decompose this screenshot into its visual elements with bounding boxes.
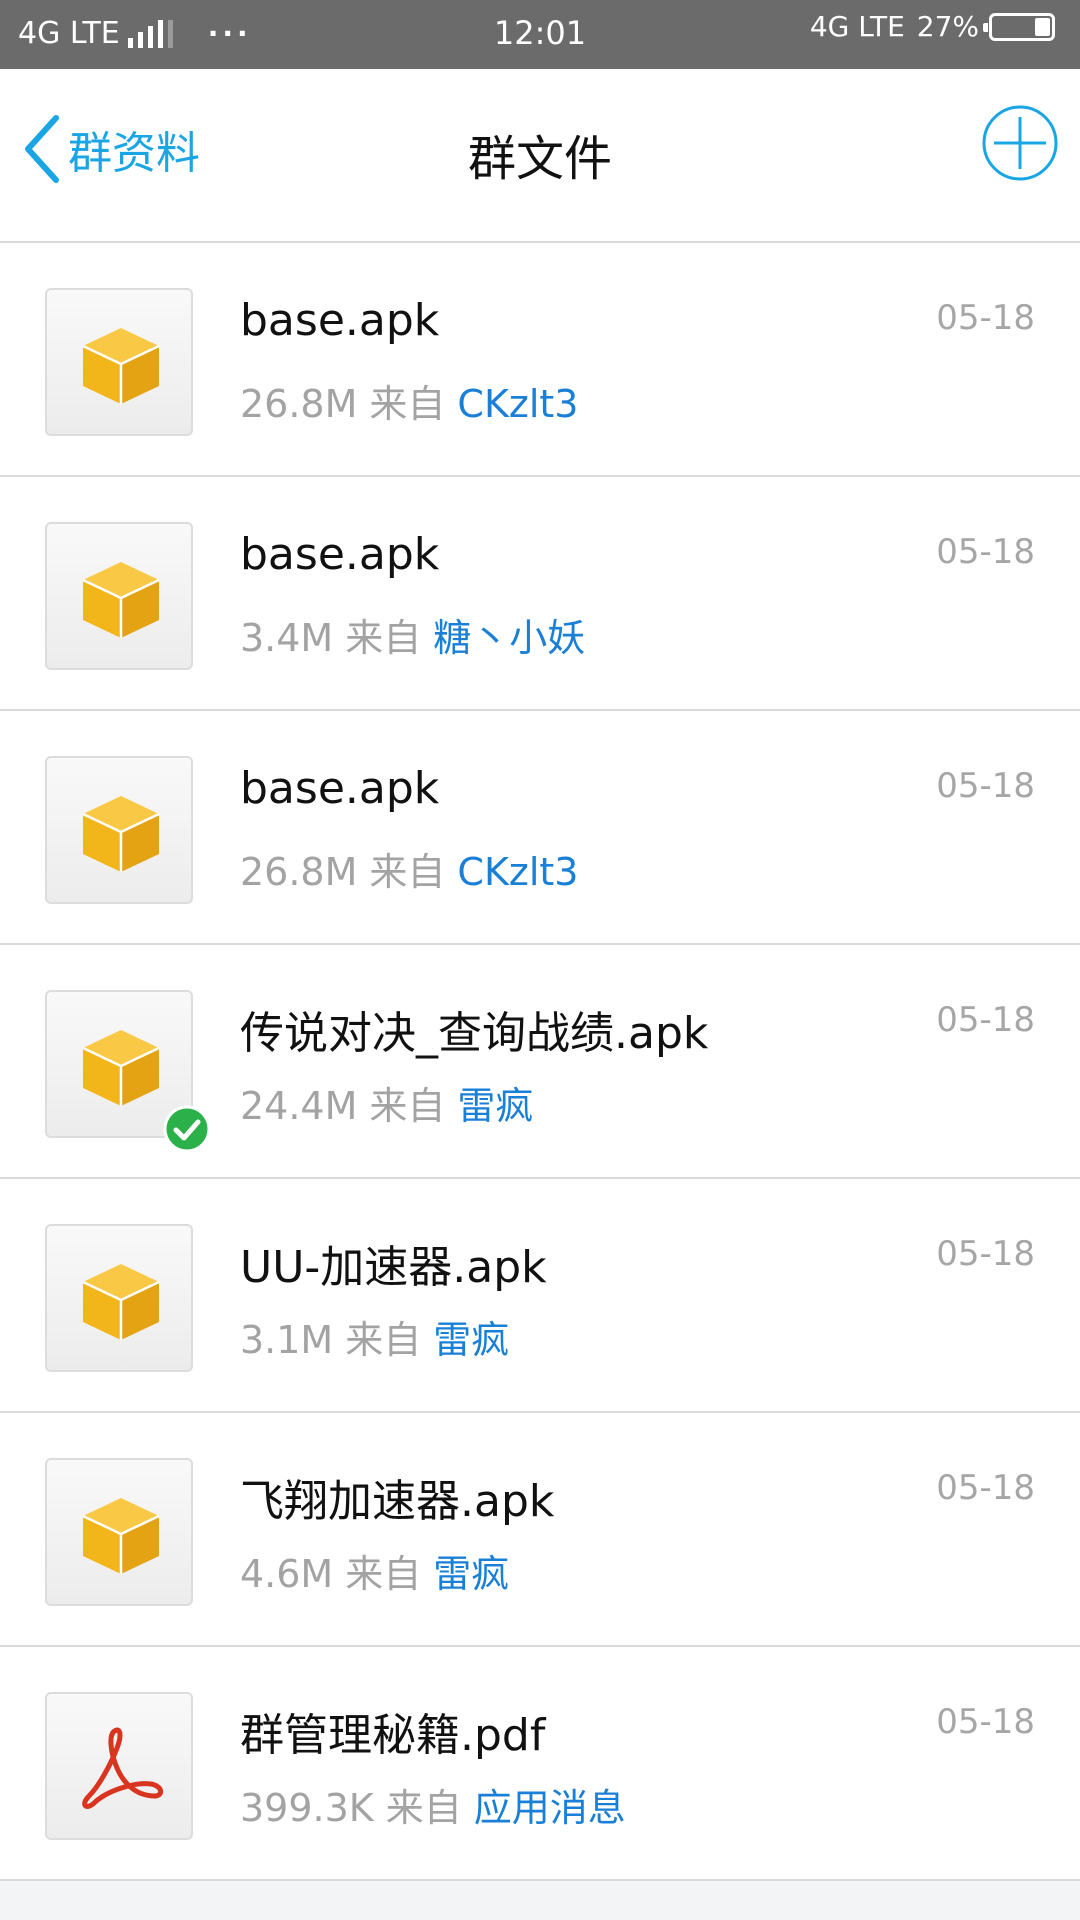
apk-package-icon (82, 1264, 160, 1340)
file-row[interactable]: base.apk 3.4M 来自 糖丶小妖 05-18 (0, 477, 1080, 711)
uploader-link[interactable]: 雷疯 (457, 1084, 533, 1128)
file-name: UU-加速器.apk (240, 1242, 547, 1293)
uploader-link[interactable]: CKzlt3 (457, 850, 578, 894)
file-meta: 3.4M 来自 糖丶小妖 (240, 607, 585, 662)
file-date: 05-18 (936, 532, 1035, 572)
file-name: base.apk (240, 295, 440, 346)
file-meta: 26.8M 来自 CKzlt3 (240, 841, 578, 896)
file-row[interactable]: base.apk 26.8M 来自 CKzlt3 05-18 (0, 711, 1080, 945)
status-bar: 4G LTE ··· 12:01 4G LTE 27% (0, 0, 1080, 69)
file-size: 24.4M (240, 1084, 358, 1128)
uploader-link[interactable]: 糖丶小妖 (433, 616, 585, 660)
file-meta: 24.4M 来自 雷疯 (240, 1075, 533, 1130)
file-date: 05-18 (936, 298, 1035, 338)
file-name: 传说对决_查询战绩.apk (240, 1008, 709, 1059)
battery-icon (983, 12, 1055, 41)
file-list: base.apk 26.8M 来自 CKzlt3 05-18 base.apk 3.4M 来… (0, 243, 1080, 1881)
file-name: 群管理秘籍.pdf (240, 1710, 546, 1761)
file-size: 4.6M (240, 1552, 334, 1596)
apk-package-icon (82, 562, 160, 638)
file-meta: 399.3K 来自 应用消息 (240, 1777, 626, 1832)
file-thumbnail (45, 522, 193, 670)
page-title: 群文件 (467, 131, 612, 187)
apk-package-icon (82, 328, 160, 404)
file-date: 05-18 (936, 1000, 1035, 1040)
file-thumbnail (45, 756, 193, 904)
apk-package-icon (82, 1498, 160, 1574)
file-thumbnail (45, 1692, 193, 1840)
file-row[interactable]: 传说对决_查询战绩.apk 24.4M 来自 雷疯 05-18 (0, 945, 1080, 1179)
pdf-icon (82, 1727, 163, 1809)
file-name: base.apk (240, 529, 440, 580)
file-date: 05-18 (936, 1234, 1035, 1274)
file-size: 26.8M (240, 382, 358, 426)
nav-header: 群资料 群文件 (0, 69, 1080, 243)
uploader-link[interactable]: 应用消息 (474, 1786, 626, 1830)
apk-package-icon (82, 796, 160, 872)
from-label: 来自 (369, 1084, 446, 1128)
file-thumbnail (45, 1458, 193, 1606)
file-meta: 4.6M 来自 雷疯 (240, 1543, 509, 1598)
uploader-link[interactable]: 雷疯 (433, 1318, 509, 1362)
status-right: 4G LTE 27% (810, 10, 1055, 43)
network-label-right: 4G LTE (809, 10, 905, 43)
file-date: 05-18 (936, 1468, 1035, 1508)
file-meta: 3.1M 来自 雷疯 (240, 1309, 509, 1364)
file-row[interactable]: base.apk 26.8M 来自 CKzlt3 05-18 (0, 243, 1080, 477)
file-row[interactable]: 群管理秘籍.pdf 399.3K 来自 应用消息 05-18 (0, 1647, 1080, 1881)
from-label: 来自 (345, 616, 422, 660)
file-date: 05-18 (936, 766, 1035, 806)
file-date: 05-18 (936, 1702, 1035, 1742)
uploader-link[interactable]: CKzlt3 (457, 382, 578, 426)
from-label: 来自 (369, 382, 446, 426)
file-row[interactable]: UU-加速器.apk 3.1M 来自 雷疯 05-18 (0, 1179, 1080, 1413)
file-size: 3.4M (240, 616, 334, 660)
add-file-button[interactable] (980, 103, 1060, 183)
file-size: 3.1M (240, 1318, 334, 1362)
downloaded-check-icon (163, 1105, 211, 1153)
uploader-link[interactable]: 雷疯 (433, 1552, 509, 1596)
file-thumbnail (45, 1224, 193, 1372)
file-thumbnail (45, 288, 193, 436)
file-name: base.apk (240, 763, 440, 814)
file-name: 飞翔加速器.apk (240, 1476, 555, 1527)
battery-percent: 27% (916, 10, 979, 43)
from-label: 来自 (345, 1552, 422, 1596)
battery-fill (1035, 17, 1050, 36)
apk-package-icon (82, 1030, 160, 1106)
from-label: 来自 (345, 1318, 422, 1362)
file-meta: 26.8M 来自 CKzlt3 (240, 373, 578, 428)
file-size: 26.8M (240, 850, 358, 894)
from-label: 来自 (385, 1786, 462, 1830)
from-label: 来自 (369, 850, 446, 894)
file-row[interactable]: 飞翔加速器.apk 4.6M 来自 雷疯 05-18 (0, 1413, 1080, 1647)
file-size: 399.3K (240, 1786, 374, 1830)
